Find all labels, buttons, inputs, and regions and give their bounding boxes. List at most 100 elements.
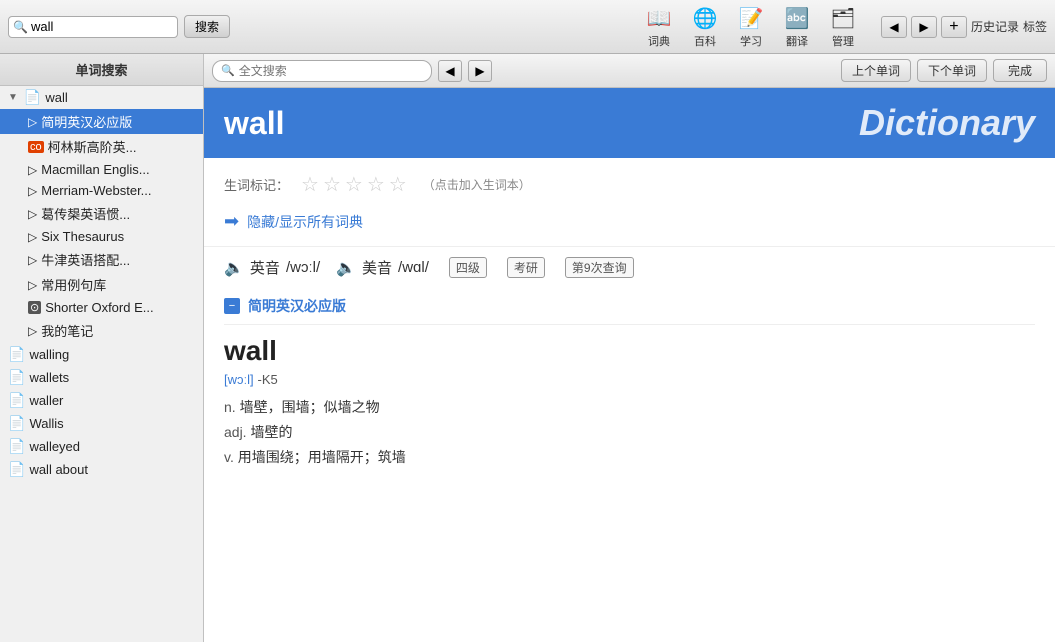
sidebar-oxford-col-label: 牛津英语搭配... — [41, 250, 130, 269]
sidebar-jianjian-label: 简明英汉必应版 — [41, 112, 132, 131]
next-word-button[interactable]: 下个单词 — [917, 59, 987, 82]
sidebar-item-jianjian[interactable]: ▷ 简明英汉必应版 — [0, 109, 203, 134]
word-file-icon6: 📄 — [8, 461, 25, 478]
search-icon: 🔍 — [13, 20, 27, 34]
star-5[interactable]: ☆ — [389, 172, 407, 197]
fulltext-search-icon: 🔍 — [221, 64, 235, 77]
sidebar-item-oxford-col[interactable]: ▷ 牛津英语搭配... — [0, 247, 203, 272]
sidebar-wallis-label: Wallis — [29, 416, 63, 431]
dict-button[interactable]: 📖 词典 — [637, 2, 681, 51]
study-button[interactable]: 📝 学习 — [729, 2, 773, 51]
dict-phonetics: 🔈 英音 /wɔːl/ 🔈 美音 /wɑl/ 四级 考研 第9次查询 — [204, 246, 1055, 288]
wiki-icon: 🌐 — [691, 4, 719, 32]
sidebar-item-wall[interactable]: ▼ 📄 wall — [0, 86, 203, 109]
study-label: 学习 — [740, 33, 762, 49]
sidebar-item-collins[interactable]: co 柯林斯高阶英... — [0, 134, 203, 159]
toolbar-right: ◀ ▶ + 历史记录 标签 — [881, 16, 1047, 38]
pos-verb: v. — [224, 449, 234, 465]
show-all-dicts-link[interactable]: 隐藏/显示所有词典 — [247, 212, 363, 232]
sidebar-header: 单词搜索 — [0, 54, 203, 86]
entry-phonetic-prefix: [wɔːl] — [224, 372, 254, 387]
sidebar-item-six[interactable]: ▷ Six Thesaurus — [0, 226, 203, 247]
uk-speaker-icon[interactable]: 🔈 — [224, 258, 244, 278]
fulltext-search-input[interactable] — [239, 64, 423, 78]
dict-meta: 生词标记： ☆ ☆ ☆ ☆ ☆ （点击加入生词本） ➡ 隐藏/显示所有词典 — [204, 158, 1055, 246]
translate-button[interactable]: 🔤 翻译 — [775, 2, 819, 51]
toolbar-icons: 📖 词典 🌐 百科 📝 学习 🔤 翻译 🗂 管理 — [637, 2, 865, 51]
collins-icon: co — [28, 141, 44, 153]
sidebar-word-walling[interactable]: 📄 walling — [0, 343, 203, 366]
toolbar-search-input[interactable] — [31, 19, 207, 34]
content-prev-button[interactable]: ◀ — [438, 60, 462, 82]
wiki-button[interactable]: 🌐 百科 — [683, 2, 727, 51]
manage-button[interactable]: 🗂 管理 — [821, 2, 865, 51]
sidebar-item-shorter[interactable]: ⊙ Shorter Oxford E... — [0, 297, 203, 318]
dictionary-content: wall Dictionary 生词标记： ☆ ☆ ☆ ☆ ☆ （点击加入生词本… — [204, 88, 1055, 642]
translate-icon: 🔤 — [783, 4, 811, 32]
pos-noun: n. — [224, 399, 236, 415]
sidebar-item-merriam[interactable]: ▷ Merriam-Webster... — [0, 180, 203, 201]
add-tab-button[interactable]: + — [941, 16, 967, 38]
word-file-icon5: 📄 — [8, 438, 25, 455]
entry-headword: wall — [204, 325, 1055, 371]
done-button[interactable]: 完成 — [993, 59, 1047, 82]
history-label: 历史记录 — [971, 18, 1019, 35]
sidebar-wallets-label: wallets — [29, 370, 69, 385]
content-next-button[interactable]: ▶ — [468, 60, 492, 82]
sidebar-collins-label: 柯林斯高阶英... — [48, 137, 137, 156]
collapse-button[interactable]: − — [224, 298, 240, 314]
sidebar-item-macmillan[interactable]: ▷ Macmillan Englis... — [0, 159, 203, 180]
us-speaker-icon[interactable]: 🔈 — [336, 258, 356, 278]
dict-label: 词典 — [648, 33, 670, 49]
query-count-badge: 第9次查询 — [565, 257, 634, 278]
prev-word-button[interactable]: 上个单词 — [841, 59, 911, 82]
dict-header: wall Dictionary — [204, 88, 1055, 158]
section-header: − 简明英汉必应版 — [224, 288, 1035, 325]
grape-icon: ▷ — [28, 207, 37, 221]
entry-definitions: n. 墙壁，围墙；似墙之物 adj. 墙壁的 v. 用墙围绕；用墙隔开；筑墙 — [204, 391, 1055, 475]
bookmark-label: 标签 — [1023, 18, 1047, 35]
merriam-icon: ▷ — [28, 184, 37, 198]
uk-label: 英音 — [250, 257, 280, 278]
search-button[interactable]: 搜索 — [184, 15, 230, 38]
study-icon: 📝 — [737, 4, 765, 32]
dict-sub-icon: ▷ — [28, 115, 37, 129]
manage-icon: 🗂 — [829, 4, 857, 32]
sidebar-word-walleyed[interactable]: 📄 walleyed — [0, 435, 203, 458]
dict-headword: wall — [224, 105, 284, 142]
sidebar-list: ▼ 📄 wall ▷ 简明英汉必应版 co 柯林斯高阶英... ▷ Macmil… — [0, 86, 203, 642]
sidebar-word-wallabout[interactable]: 📄 wall about — [0, 458, 203, 481]
translate-label: 翻译 — [786, 33, 808, 49]
level-badge-kaoyan: 考研 — [507, 257, 545, 278]
section-title: 简明英汉必应版 — [248, 296, 346, 316]
sidebar-merriam-label: Merriam-Webster... — [41, 183, 151, 198]
level-badge-cet4: 四级 — [449, 257, 487, 278]
shorter-icon: ⊙ — [28, 301, 41, 314]
stars-label: 生词标记： — [224, 175, 289, 194]
sidebar-grape-label: 葛传槼英语惯... — [41, 204, 130, 223]
sidebar-item-notes[interactable]: ▷ 我的笔记 — [0, 318, 203, 343]
entry-phonetic-suffix: -K5 — [258, 372, 278, 387]
sidebar-word-waller[interactable]: 📄 waller — [0, 389, 203, 412]
entry-def-2: adj. 墙壁的 — [224, 420, 1035, 445]
star-4[interactable]: ☆ — [367, 172, 385, 197]
sidebar-item-examples[interactable]: ▷ 常用例句库 — [0, 272, 203, 297]
star-2[interactable]: ☆ — [323, 172, 341, 197]
sidebar-item-grape[interactable]: ▷ 葛传槼英语惯... — [0, 201, 203, 226]
forward-button[interactable]: ▶ — [911, 16, 937, 38]
star-1[interactable]: ☆ — [301, 172, 319, 197]
sidebar-wallabout-label: wall about — [29, 462, 88, 477]
wiki-label: 百科 — [694, 33, 716, 49]
us-ipa: /wɑl/ — [398, 259, 429, 276]
notes-icon: ▷ — [28, 324, 37, 338]
word-file-icon4: 📄 — [8, 415, 25, 432]
word-file-icon: 📄 — [8, 346, 25, 363]
entry-def-1: n. 墙壁，围墙；似墙之物 — [224, 395, 1035, 420]
sidebar-word-wallis[interactable]: 📄 Wallis — [0, 412, 203, 435]
def-adj-text: 墙壁的 — [250, 424, 292, 440]
word-file-icon3: 📄 — [8, 392, 25, 409]
macmillan-icon: ▷ — [28, 163, 37, 177]
back-button[interactable]: ◀ — [881, 16, 907, 38]
star-3[interactable]: ☆ — [345, 172, 363, 197]
sidebar-word-wallets[interactable]: 📄 wallets — [0, 366, 203, 389]
